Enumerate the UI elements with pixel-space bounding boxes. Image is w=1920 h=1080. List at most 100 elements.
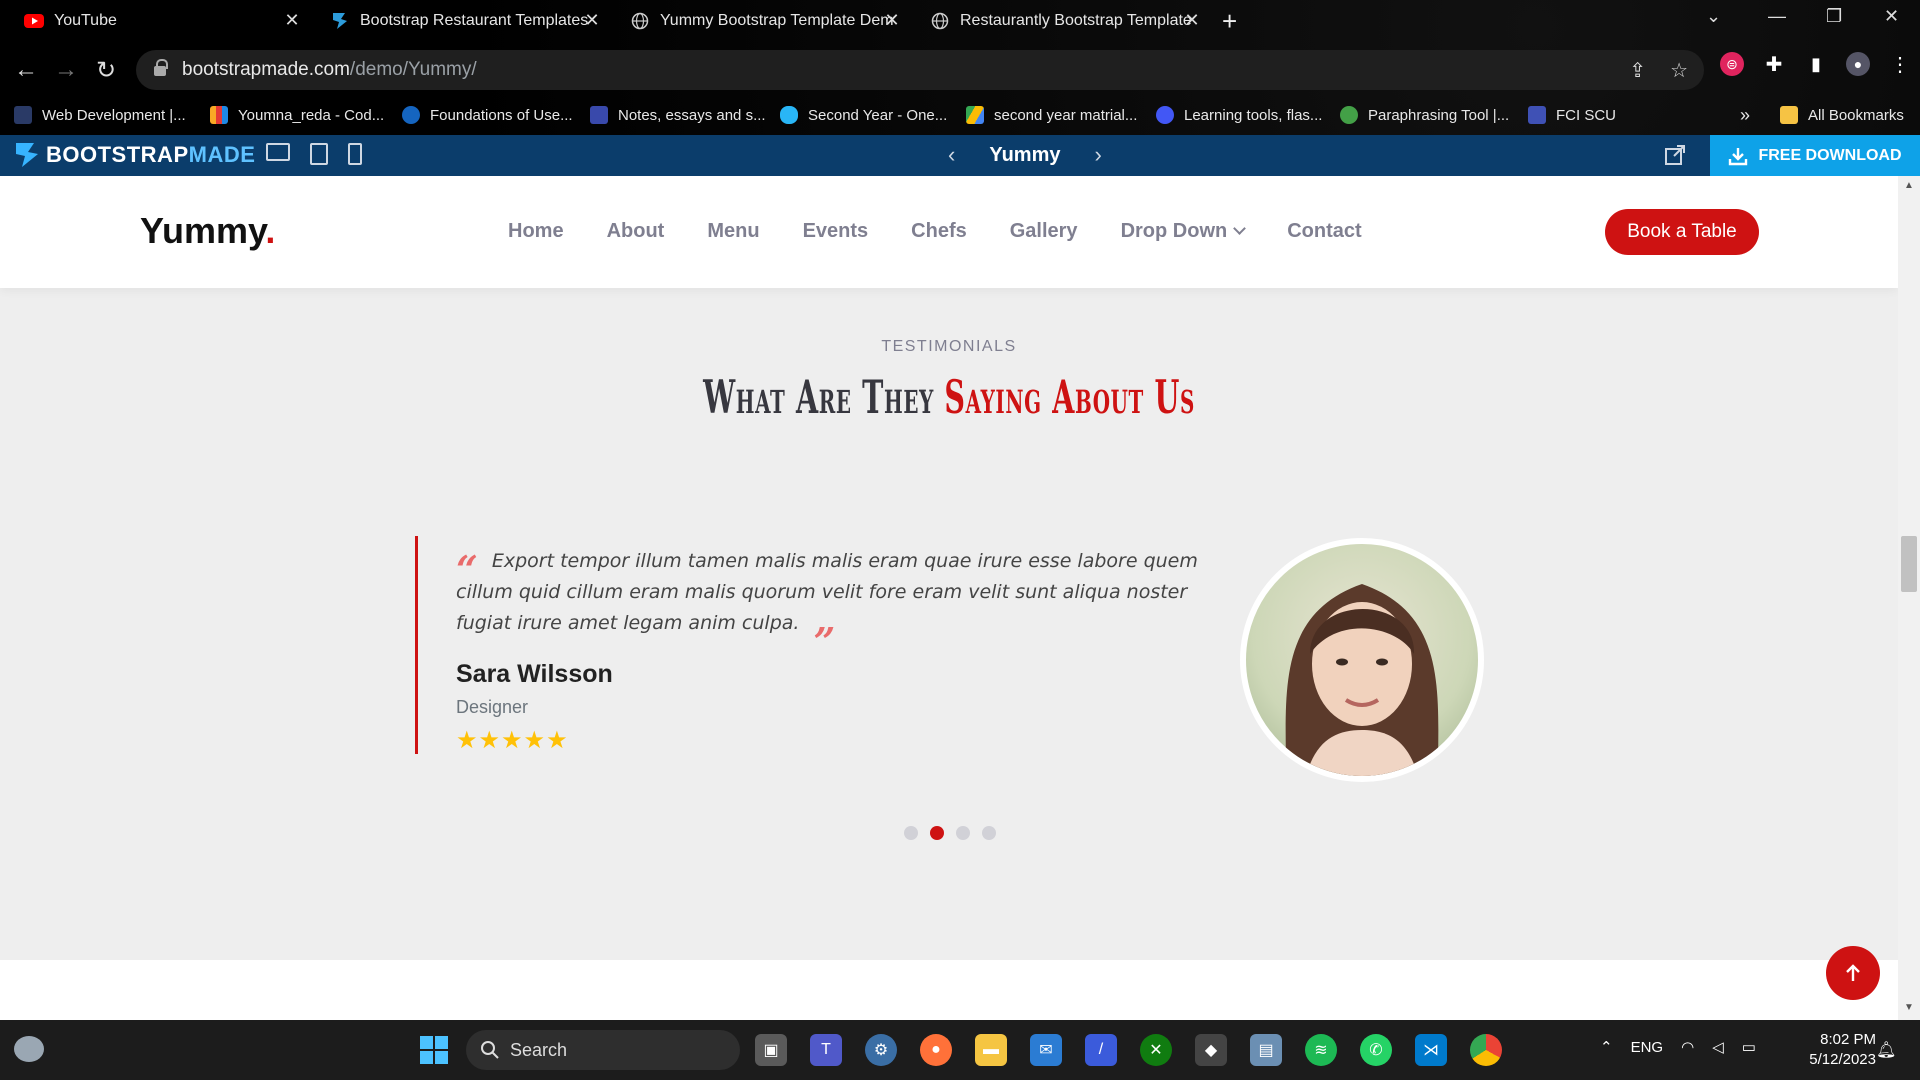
page-scrollbar[interactable]: ▲ ▼ xyxy=(1898,176,1920,1020)
bookmark-item[interactable]: Notes, essays and s... xyxy=(590,102,766,128)
restore-icon[interactable]: ❐ xyxy=(1826,6,1842,27)
notification-bell-icon[interactable]: 🔔︎ xyxy=(1876,1040,1896,1060)
teams-icon[interactable]: T xyxy=(810,1034,842,1066)
book-a-table-button[interactable]: Book a Table xyxy=(1605,209,1759,255)
tab-search-chevron-icon[interactable]: ⌄ xyxy=(1706,6,1721,27)
next-section xyxy=(0,960,1898,1020)
language-indicator[interactable]: ENG xyxy=(1631,1039,1664,1056)
taskbar-search[interactable]: Search xyxy=(466,1030,740,1070)
weather-icon[interactable] xyxy=(14,1036,44,1062)
tray-overflow-chevron-icon[interactable]: ⌃ xyxy=(1600,1038,1613,1056)
nav-chefs[interactable]: Chefs xyxy=(911,220,967,243)
template-switcher: ‹ Yummy › xyxy=(948,142,1102,168)
wifi-icon[interactable]: ◠ xyxy=(1681,1038,1694,1056)
start-windows-icon[interactable] xyxy=(420,1036,448,1064)
scroll-up-arrow-icon[interactable]: ▲ xyxy=(1904,180,1914,191)
bookmark-item[interactable]: Foundations of Use... xyxy=(402,102,573,128)
new-tab-icon[interactable]: + xyxy=(1222,6,1237,37)
bookmark-item[interactable]: Learning tools, flas... xyxy=(1156,102,1322,128)
taskbar-search-label: Search xyxy=(510,1039,568,1060)
nav-gallery[interactable]: Gallery xyxy=(1010,220,1078,243)
address-bar[interactable]: bootstrapmade.com/demo/Yummy/ ⇪ ☆ xyxy=(136,50,1704,90)
spotify-icon[interactable]: ≋ xyxy=(1305,1034,1337,1066)
next-template-icon[interactable]: › xyxy=(1094,142,1101,168)
bookmark-item[interactable]: Paraphrasing Tool |... xyxy=(1340,102,1509,128)
bookmark-label: Youmna_reda - Cod... xyxy=(238,106,385,124)
close-tab-icon[interactable]: ✕ xyxy=(882,10,902,31)
star-rating: ★★★★★ xyxy=(456,727,569,754)
carousel-dot-1[interactable] xyxy=(904,826,918,840)
nav-dropdown[interactable]: Drop Down xyxy=(1120,220,1247,243)
scroll-down-arrow-icon[interactable]: ▼ xyxy=(1904,1002,1914,1013)
unity-icon[interactable]: ◆ xyxy=(1195,1034,1227,1066)
tablet-icon[interactable] xyxy=(310,143,328,165)
extension-icon[interactable]: ⊜ xyxy=(1720,52,1744,76)
free-download-button[interactable]: FREE DOWNLOAD xyxy=(1710,135,1920,176)
bookmark-label: Second Year - One... xyxy=(808,106,948,124)
close-window-icon[interactable]: ✕ xyxy=(1884,6,1899,27)
bootstrapmade-icon xyxy=(330,11,350,31)
share-icon[interactable]: ⇪ xyxy=(1629,58,1646,83)
file-explorer-icon[interactable]: ▬ xyxy=(975,1034,1007,1066)
tab-youtube[interactable]: YouTube ✕ xyxy=(0,6,306,36)
carousel-dot-2[interactable] xyxy=(930,826,944,840)
close-tab-icon[interactable]: ✕ xyxy=(282,10,302,31)
bookmark-favicon-icon xyxy=(14,106,32,124)
minimize-icon[interactable]: — xyxy=(1768,6,1786,27)
tab-bootstrap-restaurant[interactable]: Bootstrap Restaurant Templates ✕ xyxy=(306,6,606,36)
close-tab-icon[interactable]: ✕ xyxy=(582,10,602,31)
task-view-icon[interactable]: ▣ xyxy=(755,1034,787,1066)
all-bookmarks[interactable]: All Bookmarks xyxy=(1780,102,1904,128)
site-logo[interactable]: Yummy. xyxy=(140,210,275,252)
nav-contact[interactable]: Contact xyxy=(1287,220,1361,243)
previous-template-icon[interactable]: ‹ xyxy=(948,142,955,168)
bookmark-item[interactable]: FCI SCU xyxy=(1528,102,1616,128)
vscode-icon[interactable]: ⋊ xyxy=(1415,1034,1447,1066)
demo-bar: BOOTSTRAP MADE ‹ Yummy › FREE DOWNLOAD xyxy=(0,135,1920,176)
carousel-dot-3[interactable] xyxy=(956,826,970,840)
volume-icon[interactable]: ◁ xyxy=(1712,1038,1724,1056)
firefox-icon[interactable]: ● xyxy=(920,1034,952,1066)
bookmark-label: Notes, essays and s... xyxy=(618,106,766,124)
menu-dots-icon[interactable]: ⋮ xyxy=(1888,52,1912,76)
close-tab-icon[interactable]: ✕ xyxy=(1182,10,1202,31)
nav-menu[interactable]: Menu xyxy=(707,220,759,243)
desktop-icon[interactable] xyxy=(266,143,290,161)
mobile-icon[interactable] xyxy=(348,143,362,165)
forward-icon[interactable]: → xyxy=(50,54,82,86)
profile-avatar[interactable]: ● xyxy=(1846,52,1870,76)
section-title-accent: Saying About Us xyxy=(944,370,1195,424)
system-clock[interactable]: 8:02 PM 5/12/2023 xyxy=(1796,1030,1876,1070)
tab-restaurantly[interactable]: Restaurantly Bootstrap Template ✕ xyxy=(906,6,1206,36)
tab-yummy-demo[interactable]: Yummy Bootstrap Template Dem ✕ xyxy=(606,6,906,36)
nav-about[interactable]: About xyxy=(607,220,665,243)
scroll-to-top-button[interactable] xyxy=(1826,946,1880,1000)
mail-icon[interactable]: ✉ xyxy=(1030,1034,1062,1066)
bookmark-item[interactable]: Web Development |... xyxy=(14,102,186,128)
reload-icon[interactable]: ↻ xyxy=(90,54,122,86)
bookmarks-overflow[interactable]: » xyxy=(1740,102,1750,128)
whatsapp-icon[interactable]: ✆ xyxy=(1360,1034,1392,1066)
visual-studio-icon[interactable]: / xyxy=(1085,1034,1117,1066)
bookmark-item[interactable]: Second Year - One... xyxy=(780,102,947,128)
logo-text-made: MADE xyxy=(188,142,256,167)
scrollbar-thumb[interactable] xyxy=(1901,536,1917,592)
paraphrasing-tool-icon xyxy=(1340,106,1358,124)
bootstrapmade-logo[interactable]: BOOTSTRAP MADE xyxy=(14,141,255,169)
nav-dropdown-label: Drop Down xyxy=(1120,220,1228,242)
nav-home[interactable]: Home xyxy=(508,220,564,243)
bookmark-item[interactable]: second year matrial... xyxy=(966,102,1137,128)
bookmark-item[interactable]: Youmna_reda - Cod... xyxy=(210,102,384,128)
database-icon[interactable]: ▤ xyxy=(1250,1034,1282,1066)
bookmark-star-icon[interactable]: ☆ xyxy=(1670,58,1688,83)
xbox-icon[interactable]: ✕ xyxy=(1140,1034,1172,1066)
nav-events[interactable]: Events xyxy=(803,220,869,243)
open-external-icon[interactable] xyxy=(1664,144,1686,166)
settings-gear-icon[interactable]: ⚙ xyxy=(865,1034,897,1066)
chrome-icon[interactable] xyxy=(1470,1034,1502,1066)
back-icon[interactable]: ← xyxy=(10,54,42,86)
carousel-dot-4[interactable] xyxy=(982,826,996,840)
side-panel-icon[interactable]: ▮ xyxy=(1804,52,1828,76)
battery-icon[interactable]: ▭ xyxy=(1742,1038,1756,1056)
puzzle-icon[interactable]: ✚ xyxy=(1762,52,1786,76)
